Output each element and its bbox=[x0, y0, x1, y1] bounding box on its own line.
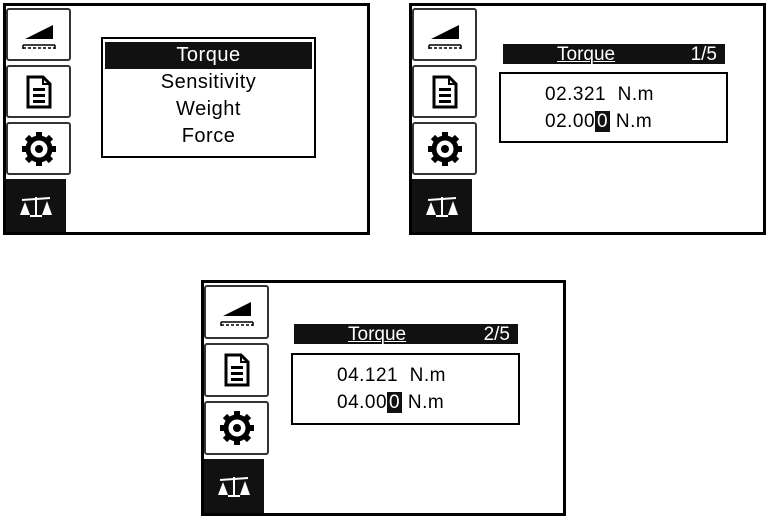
target-value-unit: N.m bbox=[610, 111, 653, 132]
device-screen-menu: Torque Sensitivity Weight Force bbox=[3, 3, 370, 235]
document-button[interactable] bbox=[204, 343, 269, 397]
document-button[interactable] bbox=[412, 65, 477, 118]
device-screen-torque-1: Torque 1/5 02.321 N.m 02.00 0 N.m bbox=[409, 3, 766, 235]
settings-button[interactable] bbox=[412, 122, 477, 175]
document-button[interactable] bbox=[6, 65, 71, 118]
device-screen-torque-2: Torque 2/5 04.121 N.m 04.00 0 N.m bbox=[201, 280, 566, 516]
balance-scale-icon bbox=[20, 196, 52, 217]
target-value-field[interactable]: 04.00 0 N.m bbox=[337, 392, 444, 414]
measurement-type-menu: Torque Sensitivity Weight Force bbox=[101, 37, 316, 158]
value-box: 04.121 N.m 04.00 0 N.m bbox=[291, 353, 520, 425]
target-value-field[interactable]: 02.00 0 N.m bbox=[545, 111, 652, 133]
calibrate-ramp-icon bbox=[427, 24, 462, 49]
page-title: Torque bbox=[348, 324, 407, 345]
page-indicator: 2/5 bbox=[483, 324, 510, 345]
document-icon bbox=[224, 353, 249, 387]
calibrate-ramp-icon bbox=[21, 24, 56, 49]
weighing-button[interactable] bbox=[412, 179, 472, 232]
calibrate-button[interactable] bbox=[6, 8, 71, 61]
sidebar bbox=[204, 283, 272, 513]
target-value-digits: 04.00 bbox=[337, 392, 388, 413]
edit-cursor-digit[interactable]: 0 bbox=[387, 392, 403, 413]
menu-item-sensitivity[interactable]: Sensitivity bbox=[105, 69, 312, 96]
measured-value: 04.121 N.m bbox=[337, 365, 446, 386]
balance-scale-icon bbox=[218, 477, 250, 497]
gear-icon bbox=[427, 131, 462, 166]
title-bar: Torque 1/5 bbox=[503, 44, 725, 65]
weighing-button[interactable] bbox=[6, 179, 66, 232]
title-bar: Torque 2/5 bbox=[294, 324, 518, 345]
calibrate-button[interactable] bbox=[412, 8, 477, 61]
sidebar bbox=[6, 6, 74, 232]
document-icon bbox=[432, 75, 457, 108]
document-icon bbox=[26, 75, 51, 108]
menu-item-torque[interactable]: Torque bbox=[105, 42, 312, 69]
weighing-button[interactable] bbox=[204, 459, 264, 513]
calibrate-ramp-icon bbox=[219, 302, 254, 326]
menu-item-force[interactable]: Force bbox=[105, 123, 312, 150]
value-box: 02.321 N.m 02.00 0 N.m bbox=[499, 72, 728, 143]
balance-scale-icon bbox=[426, 196, 458, 217]
settings-button[interactable] bbox=[204, 401, 269, 455]
gear-icon bbox=[219, 411, 254, 445]
gear-icon bbox=[21, 131, 56, 166]
target-value-digits: 02.00 bbox=[545, 111, 596, 132]
page-title: Torque bbox=[557, 44, 616, 65]
settings-button[interactable] bbox=[6, 122, 71, 175]
calibrate-button[interactable] bbox=[204, 285, 269, 339]
menu-item-weight[interactable]: Weight bbox=[105, 96, 312, 123]
edit-cursor-digit[interactable]: 0 bbox=[595, 111, 611, 132]
page-indicator: 1/5 bbox=[690, 44, 717, 65]
sidebar bbox=[412, 6, 480, 232]
measured-value: 02.321 N.m bbox=[545, 84, 654, 105]
target-value-unit: N.m bbox=[402, 392, 445, 413]
